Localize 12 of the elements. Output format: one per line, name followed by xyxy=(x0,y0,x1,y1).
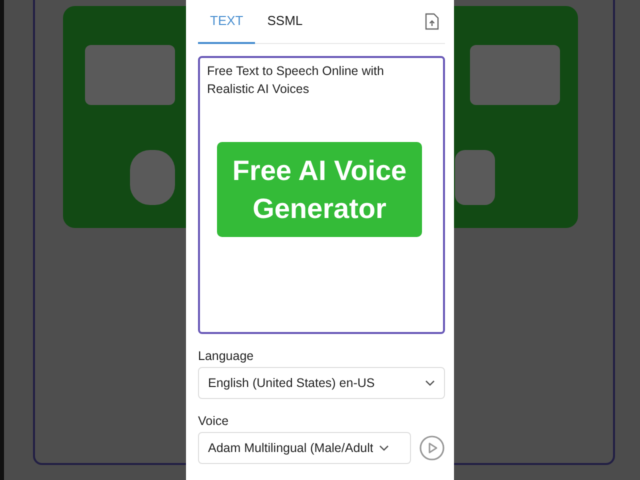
field-label: Voice xyxy=(198,413,230,429)
chevron-icon xyxy=(425,380,435,386)
field-label: Language xyxy=(198,348,255,364)
banner-text: Generator xyxy=(252,192,386,226)
language-select[interactable]: English (United States) en-US xyxy=(198,367,445,399)
chevron-icon xyxy=(379,445,390,451)
text-input[interactable]: Free Text to Speech Online with Realistic AI Voices Free AI Voice Generator xyxy=(198,56,445,334)
tab[interactable]: SSML xyxy=(255,0,315,44)
play-button[interactable] xyxy=(419,435,445,461)
voice-select[interactable]: Adam Multilingual (Male/Adult xyxy=(198,432,411,464)
file-upload-icon[interactable] xyxy=(425,13,439,30)
banner-text: Free AI Voice xyxy=(232,154,407,188)
